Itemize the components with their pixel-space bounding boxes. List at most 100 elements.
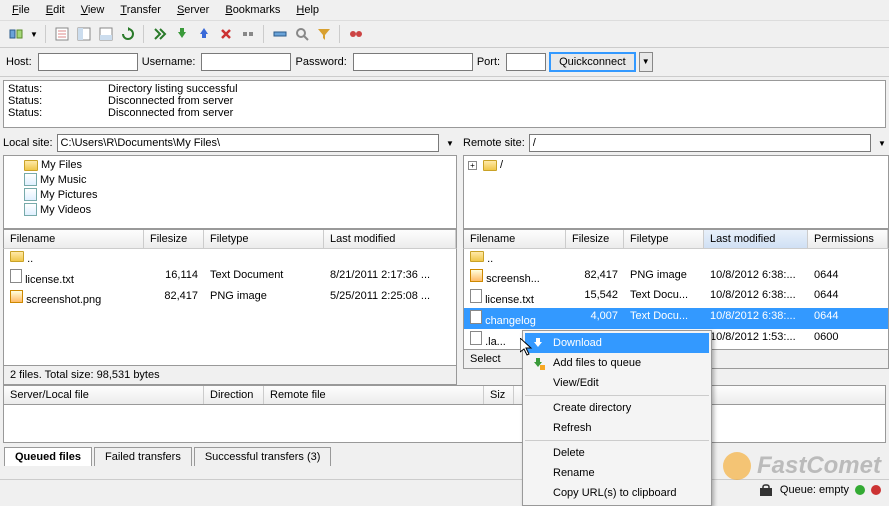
password-input[interactable] [353,53,473,71]
file-size: 4,007 [566,309,624,328]
port-label: Port: [477,56,500,68]
remote-tree[interactable]: + / [463,155,889,229]
dropdown-icon[interactable]: ▼ [28,24,40,44]
menubar: File Edit View Transfer Server Bookmarks… [0,0,889,21]
process-queue-icon[interactable] [150,24,170,44]
file-row[interactable]: .. [464,249,888,267]
local-file-list[interactable]: .. license.txt 16,114 Text Document 8/21… [3,248,457,366]
queue-header: Server/Local file Direction Remote file … [3,385,886,405]
log-message: Disconnected from server [108,107,233,119]
upload-icon[interactable] [194,24,214,44]
queue-body[interactable] [3,405,886,443]
toggle-queue-icon[interactable] [96,24,116,44]
file-type: Text Document [204,268,324,287]
menu-bookmarks[interactable]: Bookmarks [217,2,288,18]
toggle-log-icon[interactable] [52,24,72,44]
remote-path-input[interactable] [529,134,871,152]
tree-item[interactable]: / [500,159,503,171]
refresh-icon[interactable] [118,24,138,44]
username-input[interactable] [201,53,291,71]
quickconnect-dropdown[interactable]: ▼ [639,52,653,72]
toolbar: ▼ [0,21,889,48]
port-input[interactable] [506,53,546,71]
image-file-icon [470,269,483,282]
folder-special-icon [24,188,37,201]
menu-file[interactable]: File [4,2,38,18]
menu-view[interactable]: View [73,2,113,18]
ctx-rename[interactable]: Rename [525,463,709,483]
col-filetype[interactable]: Filetype [204,230,324,248]
tree-item[interactable]: My Music [40,174,86,186]
col-filesize[interactable]: Filesize [566,230,624,248]
tree-item[interactable]: My Videos [40,204,91,216]
host-input[interactable] [38,53,138,71]
ctx-create-dir[interactable]: Create directory [525,398,709,418]
tab-failed[interactable]: Failed transfers [94,447,192,466]
filter-icon[interactable] [314,24,334,44]
compare-icon[interactable] [346,24,366,44]
expand-icon[interactable]: + [468,161,477,170]
local-path-dropdown[interactable]: ▼ [443,134,457,152]
watermark-text: FastComet [757,452,881,480]
watermark: FastComet [723,452,881,480]
menu-edit[interactable]: Edit [38,2,73,18]
context-menu: Download Add files to queue View/Edit Cr… [522,330,712,506]
col-permissions[interactable]: Permissions [808,230,888,248]
file-row-selected[interactable]: changelog 4,007 Text Docu... 10/8/2012 6… [464,308,888,329]
file-size: 82,417 [144,289,204,307]
ctx-copy-url[interactable]: Copy URL(s) to clipboard [525,483,709,503]
disconnect-icon[interactable] [238,24,258,44]
menu-server[interactable]: Server [169,2,217,18]
file-name: screenshot.png [26,294,101,306]
tab-successful[interactable]: Successful transfers (3) [194,447,332,466]
file-name: license.txt [485,294,534,306]
col-direction[interactable]: Direction [204,386,264,404]
site-manager-icon[interactable] [6,24,26,44]
toggle-tree-icon[interactable] [74,24,94,44]
col-server-file[interactable]: Server/Local file [4,386,204,404]
col-modified[interactable]: Last modified [704,230,808,248]
file-row[interactable]: screenshot.png 82,417 PNG image 5/25/201… [4,288,456,308]
file-row[interactable]: license.txt 16,114 Text Document 8/21/20… [4,267,456,288]
local-tree[interactable]: My Files My Music My Pictures My Videos [3,155,457,229]
local-path-input[interactable] [57,134,439,152]
ctx-view-edit[interactable]: View/Edit [525,373,709,393]
ctx-delete[interactable]: Delete [525,443,709,463]
col-modified[interactable]: Last modified [324,230,456,248]
ctx-download[interactable]: Download [525,333,709,353]
file-name: changelog [485,315,536,327]
menu-help[interactable]: Help [288,2,327,18]
tab-queued[interactable]: Queued files [4,447,92,466]
col-remote-file[interactable]: Remote file [264,386,484,404]
message-log[interactable]: Status:Directory listing successful Stat… [3,80,886,128]
lock-icon [758,484,774,496]
ctx-add-queue[interactable]: Add files to queue [525,353,709,373]
file-row[interactable]: license.txt 15,542 Text Docu... 10/8/201… [464,287,888,308]
statusbar: Queue: empty [0,479,889,500]
text-file-icon [10,269,22,283]
col-filetype[interactable]: Filetype [624,230,704,248]
tree-item[interactable]: My Pictures [40,189,97,201]
file-row[interactable]: .. [4,249,456,267]
menu-transfer[interactable]: Transfer [112,2,169,18]
col-size[interactable]: Siz [484,386,514,404]
col-filename[interactable]: Filename [4,230,144,248]
ctx-refresh[interactable]: Refresh [525,418,709,438]
file-name: .. [27,253,33,265]
file-name: .. [487,253,493,265]
tree-item[interactable]: My Files [41,159,82,171]
download-icon[interactable] [172,24,192,44]
cancel-icon[interactable] [216,24,236,44]
file-icon [470,331,482,345]
local-site-label: Local site: [3,137,53,149]
reconnect-icon[interactable] [270,24,290,44]
remote-path-dropdown[interactable]: ▼ [875,134,889,152]
search-icon[interactable] [292,24,312,44]
col-filename[interactable]: Filename [464,230,566,248]
col-filesize[interactable]: Filesize [144,230,204,248]
file-modified: 10/8/2012 6:38:... [704,268,808,286]
text-file-icon [470,289,482,303]
quickconnect-button[interactable]: Quickconnect [550,53,635,71]
file-row[interactable]: screensh... 82,417 PNG image 10/8/2012 6… [464,267,888,287]
file-size: 15,542 [566,288,624,307]
